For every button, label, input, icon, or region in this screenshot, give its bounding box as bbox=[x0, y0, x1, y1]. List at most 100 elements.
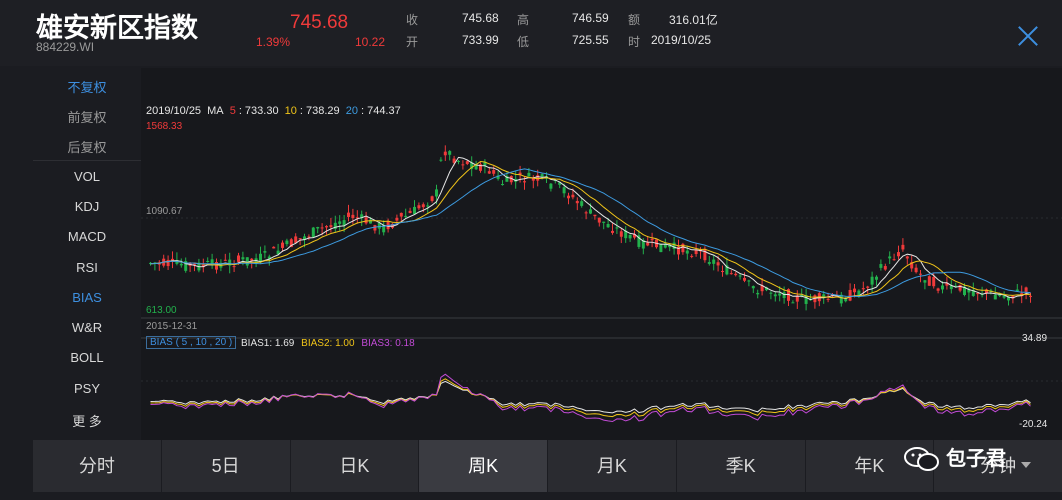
candle-body bbox=[404, 215, 408, 218]
candle-body bbox=[465, 161, 469, 164]
candle-body bbox=[307, 236, 311, 238]
tab-5day[interactable]: 5日 bbox=[162, 440, 291, 492]
candle-body bbox=[611, 230, 614, 233]
candle-body bbox=[879, 264, 883, 268]
candle-body bbox=[707, 262, 711, 264]
close-icon[interactable] bbox=[1014, 22, 1042, 50]
ma10-value: : 738.29 bbox=[299, 105, 340, 117]
tab-monthly-k[interactable]: 月K bbox=[548, 440, 677, 492]
sidebar-item-bias[interactable]: BIAS bbox=[33, 290, 141, 305]
chevron-down-icon[interactable] bbox=[1021, 462, 1031, 468]
sidebar-item-wr[interactable]: W&R bbox=[33, 320, 141, 335]
candle-body bbox=[672, 242, 676, 250]
ma-header: 2019/10/25 MA 5: 733.30 10: 738.29 20: 7… bbox=[146, 105, 404, 117]
candle-body bbox=[919, 273, 922, 275]
change-value: 10.22 bbox=[355, 35, 386, 49]
candle-body bbox=[729, 273, 733, 275]
bias2-value: BIAS2: 1.00 bbox=[301, 338, 355, 349]
time-value: 2019/10/25 bbox=[651, 33, 712, 47]
candle-body bbox=[575, 200, 579, 204]
bias-max-label: 34.89 bbox=[1022, 333, 1047, 344]
candle-body bbox=[861, 288, 865, 290]
candle-body bbox=[259, 253, 262, 262]
candle-body bbox=[562, 187, 566, 194]
ma-date: 2019/10/25 bbox=[146, 105, 202, 117]
sidebar-divider bbox=[33, 160, 141, 161]
candle-body bbox=[1029, 295, 1032, 297]
candle-body bbox=[703, 248, 707, 261]
candle-body bbox=[778, 293, 782, 296]
candle-body bbox=[285, 240, 289, 245]
candle-body bbox=[690, 255, 694, 257]
candle-body bbox=[923, 280, 927, 283]
ma10-line bbox=[150, 160, 1031, 299]
price-high-label: 1568.33 bbox=[146, 121, 183, 132]
sidebar-item-psy[interactable]: PSY bbox=[33, 381, 141, 396]
bias-param-box[interactable]: BIAS ( 5 , 10 , 20 ) bbox=[146, 336, 237, 349]
open-label: 开 bbox=[406, 35, 419, 49]
candle-body bbox=[316, 227, 320, 229]
candle-body bbox=[1015, 289, 1019, 291]
candle-body bbox=[435, 189, 438, 197]
candle-body bbox=[263, 251, 267, 253]
ma20-value: : 744.37 bbox=[360, 105, 401, 117]
candle-body bbox=[738, 275, 742, 277]
candle-body bbox=[549, 183, 553, 189]
candle-body bbox=[932, 277, 936, 287]
indicator-sidebar: 不复权 前复权 后复权 VOL KDJ MACD RSI BIAS W&R BO… bbox=[33, 68, 141, 440]
sidebar-item-kdj[interactable]: KDJ bbox=[33, 199, 141, 214]
candle-body bbox=[606, 223, 610, 228]
candle-body bbox=[571, 194, 575, 198]
sidebar-item-boll[interactable]: BOLL bbox=[33, 350, 141, 365]
candle-body bbox=[443, 151, 447, 156]
candle-body bbox=[883, 266, 887, 270]
bias-values: BIAS1: 1.69 BIAS2: 1.00 BIAS3: 0.18 bbox=[241, 338, 415, 349]
sidebar-item-backward-adjust[interactable]: 后复权 bbox=[33, 137, 141, 156]
candle-body bbox=[584, 212, 588, 214]
candle-body bbox=[457, 160, 460, 162]
tab-weekly-k[interactable]: 周K bbox=[419, 440, 548, 492]
sidebar-item-macd[interactable]: MACD bbox=[33, 229, 141, 244]
candle-body bbox=[206, 260, 210, 262]
sidebar-item-forward-adjust[interactable]: 前复权 bbox=[33, 107, 141, 126]
candle-body bbox=[593, 214, 597, 217]
candle-body bbox=[527, 172, 531, 177]
candle-body bbox=[461, 164, 465, 166]
candle-body bbox=[210, 259, 214, 264]
sidebar-item-more[interactable]: 更 多 bbox=[33, 411, 141, 430]
candle-body bbox=[853, 288, 856, 293]
tab-intraday[interactable]: 分时 bbox=[33, 440, 162, 492]
candle-body bbox=[536, 175, 540, 181]
amount-label: 额 bbox=[628, 13, 641, 27]
wechat-icon bbox=[904, 447, 939, 471]
candle-body bbox=[721, 270, 724, 273]
candle-body bbox=[848, 289, 852, 301]
candle-body bbox=[351, 214, 355, 218]
sidebar-item-rsi[interactable]: RSI bbox=[33, 260, 141, 275]
kline-chart[interactable]: 1568.33 1090.67 613.00 2015-12-31 34.89 … bbox=[141, 68, 1062, 440]
tab-quarterly-k[interactable]: 季K bbox=[677, 440, 806, 492]
candle-body bbox=[272, 246, 276, 249]
candle-body bbox=[311, 227, 315, 238]
candle-body bbox=[166, 259, 170, 267]
candle-body bbox=[421, 204, 425, 208]
ma5-line bbox=[150, 156, 1031, 301]
candle-body bbox=[892, 259, 896, 261]
sidebar-item-no-adjust[interactable]: 不复权 bbox=[33, 77, 141, 96]
high-value: 746.59 bbox=[572, 11, 609, 25]
bias1-line bbox=[150, 380, 1031, 414]
tab-daily-k[interactable]: 日K bbox=[291, 440, 420, 492]
sidebar-item-vol[interactable]: VOL bbox=[33, 169, 141, 184]
amount-value: 316.01亿 bbox=[669, 13, 718, 27]
candle-body bbox=[901, 244, 905, 250]
candle-body bbox=[822, 294, 826, 297]
high-label: 高 bbox=[517, 13, 530, 27]
candle-body bbox=[430, 196, 434, 201]
candle-body bbox=[417, 205, 421, 209]
close-label: 收 bbox=[406, 13, 419, 27]
candle-body bbox=[756, 292, 760, 295]
candle-body bbox=[743, 277, 746, 281]
candle-body bbox=[646, 242, 650, 246]
candle-body bbox=[888, 256, 892, 259]
candle-body bbox=[782, 292, 786, 299]
